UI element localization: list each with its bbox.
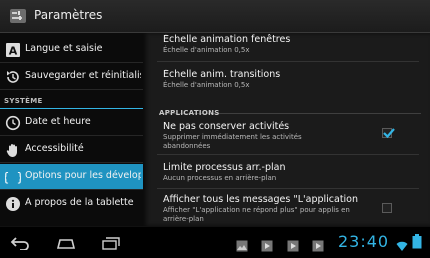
sidebar-item-label: Date et heure [25, 116, 91, 127]
setting-window-animation-scale[interactable]: Échelle animation fenêtres Échelle d'ani… [163, 34, 413, 55]
sidebar-item-accessibility[interactable]: Accessibilité [0, 137, 143, 163]
section-header-applications: APPLICATIONS [159, 100, 421, 117]
sidebar-item-label: Accessibilité [25, 143, 84, 154]
wifi-icon [396, 237, 408, 256]
action-bar: Paramètres [0, 0, 430, 33]
show-all-anrs-checkbox[interactable] [382, 203, 392, 213]
setting-transition-animation-scale[interactable]: Échelle anim. transitions Échelle d'anim… [163, 69, 413, 90]
clock-icon [5, 115, 21, 131]
gallery-icon[interactable] [236, 237, 248, 256]
sidebar-item-date-time[interactable]: Date et heure [0, 110, 143, 136]
setting-title: Échelle animation fenêtres [163, 34, 291, 45]
setting-summary: Supprimer immédiatement les activités ab… [163, 133, 302, 150]
back-icon[interactable] [10, 235, 32, 254]
sidebar-item-label: Options pour les développ [25, 170, 141, 181]
media-icon[interactable] [261, 237, 273, 256]
sidebar-item-backup-reset[interactable]: Sauvegarder et réinitialis [0, 64, 143, 90]
settings-app-icon[interactable] [8, 6, 28, 26]
setting-summary: Échelle d'animation 0,5x [163, 46, 250, 54]
settings-sidebar: A Langue et saisie Sauvegarder et réinit… [0, 33, 143, 226]
setting-summary: Afficher "L'application ne répond plus" … [163, 206, 350, 223]
setting-background-process-limit[interactable]: Limite processus arr.-plan Aucun process… [163, 162, 413, 183]
backup-reset-icon [5, 69, 21, 85]
section-label: APPLICATIONS [159, 109, 220, 117]
sidebar-item-label: À propos de la tablette [25, 197, 134, 208]
sidebar-item-language-input[interactable]: A Langue et saisie [0, 37, 143, 63]
page-title: Paramètres [34, 8, 103, 22]
dont-keep-activities-checkbox[interactable] [382, 128, 395, 139]
setting-title: Échelle anim. transitions [163, 69, 281, 80]
setting-dont-keep-activities[interactable]: Ne pas conserver activités Supprimer imm… [163, 121, 378, 151]
svg-text:A: A [9, 45, 18, 58]
setting-title: Ne pas conserver activités [163, 121, 290, 132]
sidebar-item-about-tablet[interactable]: À propos de la tablette [0, 191, 143, 217]
system-bar: 23:40 [0, 226, 430, 258]
svg-text:{ }: { } [5, 171, 21, 185]
clock[interactable]: 23:40 [338, 232, 389, 251]
divider [157, 61, 419, 62]
section-label: SYSTÈME [4, 97, 43, 105]
recent-apps-icon[interactable] [100, 235, 122, 254]
divider [157, 188, 419, 189]
developer-options-panel: Échelle animation fenêtres Échelle d'ani… [143, 33, 430, 226]
section-header-system: SYSTÈME [0, 95, 143, 109]
hand-icon [5, 142, 21, 158]
setting-summary: Aucun processus en arrière-plan [163, 174, 277, 182]
sidebar-item-developer-options[interactable]: { } Options pour les développ [0, 164, 143, 190]
setting-summary: Échelle d'animation 0,5x [163, 81, 250, 89]
home-icon[interactable] [55, 235, 77, 254]
setting-title: Afficher tous les messages "L'applicatio… [163, 194, 359, 205]
info-icon [5, 196, 21, 212]
sidebar-item-label: Sauvegarder et réinitialis [25, 70, 141, 81]
setting-show-all-anrs[interactable]: Afficher tous les messages "L'applicatio… [163, 194, 378, 224]
media-icon[interactable] [287, 237, 299, 256]
media-icon[interactable] [312, 237, 324, 256]
braces-icon: { } [2, 169, 24, 185]
keyboard-a-icon: A [5, 42, 21, 58]
divider [157, 154, 419, 155]
sidebar-item-label: Langue et saisie [25, 43, 103, 54]
battery-icon [412, 234, 422, 253]
setting-title: Limite processus arr.-plan [163, 162, 286, 173]
